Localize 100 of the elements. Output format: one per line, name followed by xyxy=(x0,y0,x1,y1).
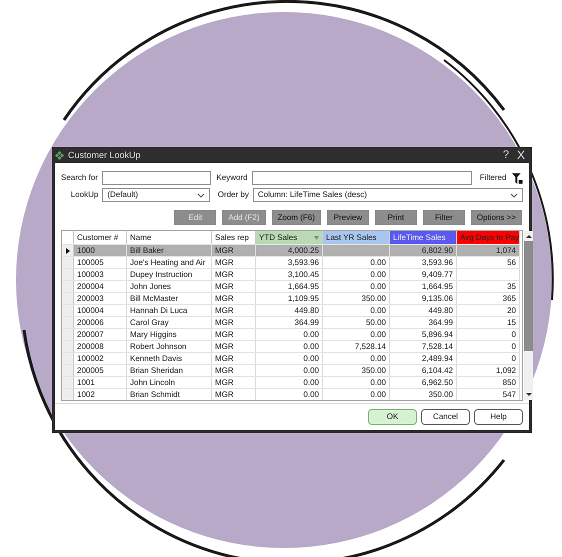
table-cell: 0.00 xyxy=(303,390,319,400)
table-cell: 0 xyxy=(512,342,516,352)
table-cell: 0.00 xyxy=(370,270,386,280)
table-cell: 0.00 xyxy=(303,342,319,352)
table-cell: 2,489.94 xyxy=(422,354,453,364)
help-button[interactable]: ? xyxy=(498,150,513,160)
column-header[interactable]: Avg Days to Pay xyxy=(457,231,520,244)
table-cell: 4,000.25 xyxy=(288,246,319,256)
app-logo-icon xyxy=(55,150,64,160)
field-label: Order by xyxy=(216,190,249,200)
table-row[interactable]: 200006 Carol Gray MGR 364.99 50.00 364.99 15 xyxy=(62,316,520,328)
scrollbar-thumb[interactable] xyxy=(524,241,533,351)
table-cell: 200007 xyxy=(77,330,104,340)
table-cell: MGR xyxy=(215,246,234,256)
lookup-dropdown[interactable]: (Default) xyxy=(102,188,210,202)
table-cell: 200003 xyxy=(77,294,104,304)
table-cell: MGR xyxy=(215,306,234,316)
table-cell: 0.00 xyxy=(370,258,386,268)
table-cell: 100003 xyxy=(77,270,104,280)
table-cell: 7,528.14 xyxy=(422,342,453,352)
table-cell: 0.00 xyxy=(370,390,386,400)
table-cell: 200005 xyxy=(77,366,104,376)
field-label: Search for xyxy=(61,173,98,183)
table-cell: MGR xyxy=(215,294,234,304)
table-cell: 1002 xyxy=(77,390,95,400)
table-cell: Dupey Instruction xyxy=(130,270,192,280)
table-row[interactable]: 1002 Brian Schmidt MGR 0.00 0.00 350.00 547 xyxy=(62,388,520,400)
table-row[interactable]: 1001 John Lincoln MGR 0.00 0.00 6,962.50 850 xyxy=(62,376,520,388)
close-button[interactable]: X xyxy=(516,150,529,160)
table-cell: 1001 xyxy=(77,378,95,388)
column-header[interactable]: Customer # xyxy=(74,231,127,244)
table-cell: 350.00 xyxy=(362,294,386,304)
filter-icon[interactable] xyxy=(512,172,524,184)
column-header[interactable]: LifeTime Sales xyxy=(390,231,457,244)
column-header[interactable]: Sales rep xyxy=(212,231,256,244)
table-cell: 100005 xyxy=(77,258,104,268)
table-cell: John Jones xyxy=(130,282,171,292)
table-cell: 364.99 xyxy=(294,318,319,328)
table-cell: 56 xyxy=(507,258,516,268)
table-cell: 50.00 xyxy=(366,318,386,328)
table-cell: 0.00 xyxy=(370,330,386,340)
table-cell: 100004 xyxy=(77,306,104,316)
table-cell: Bill McMaster xyxy=(130,294,178,304)
order-by-dropdown[interactable]: Column: LifeTime Sales (desc) xyxy=(252,188,523,202)
table-cell: 1,092 xyxy=(496,366,516,376)
dialog-button[interactable]: Help xyxy=(474,409,523,425)
table-row[interactable]: 200007 Mary Higgins MGR 0.00 0.00 5,896.94 0 xyxy=(62,328,520,340)
column-header[interactable]: YTD Sales xyxy=(256,231,323,244)
table-cell: MGR xyxy=(215,378,234,388)
table-cell: 1000 xyxy=(77,246,95,256)
table-cell: 6,104.42 xyxy=(422,366,453,376)
table-cell: 1,109.95 xyxy=(288,294,319,304)
table-cell: 0.00 xyxy=(303,354,319,364)
table-cell: 350.00 xyxy=(362,366,386,376)
dialog-button[interactable]: OK xyxy=(368,409,417,425)
scrollbar[interactable] xyxy=(524,231,533,400)
dialog-button[interactable]: Cancel xyxy=(421,409,470,425)
column-header[interactable]: Last YR Sales xyxy=(323,231,390,244)
table-cell: 0.00 xyxy=(303,366,319,376)
table-cell: 0.00 xyxy=(370,354,386,364)
table-row[interactable]: 200003 Bill McMaster MGR 1,109.95 350.00 9,135.06 365 xyxy=(62,292,520,304)
table-row[interactable]: 100002 Kenneth Davis MGR 0.00 0.00 2,489.94 0 xyxy=(62,352,520,364)
table-cell: 200006 xyxy=(77,318,104,328)
toolbar-button[interactable]: Filter xyxy=(422,210,465,225)
dropdown-caret-icon[interactable] xyxy=(510,192,518,198)
table-cell: MGR xyxy=(215,270,234,280)
table-row[interactable]: 100004 Hannah Di Luca MGR 449.80 0.00 449.80 20 xyxy=(62,304,520,316)
table-row[interactable]: 100003 Dupey Instruction MGR 3,100.45 0.00 9,409.77 xyxy=(62,268,520,280)
table-cell: Joe's Heating and Air xyxy=(130,258,206,268)
table-cell: Bill Baker xyxy=(130,246,164,256)
table-cell: 1,074 xyxy=(496,246,516,256)
table-cell: 15 xyxy=(507,318,516,328)
table-cell: 20 xyxy=(507,306,516,316)
table-cell: 6,962.50 xyxy=(422,378,453,388)
table-cell: 100002 xyxy=(77,354,104,364)
table-cell: 0.00 xyxy=(303,378,319,388)
table-cell: 1,664.95 xyxy=(422,282,453,292)
table-cell: MGR xyxy=(215,366,234,376)
table-row[interactable]: 200004 John Jones MGR 1,664.95 0.00 1,664.95 35 xyxy=(62,280,520,292)
toolbar-button[interactable]: Zoom (F6) xyxy=(272,210,321,225)
table-row[interactable]: 100005 Joe's Heating and Air MGR 3,593.96 0.00 3,593.96 56 xyxy=(62,256,520,268)
keyword-field[interactable] xyxy=(252,171,472,185)
table-cell: MGR xyxy=(215,342,234,352)
table-cell: 0.00 xyxy=(370,378,386,388)
table-row[interactable]: 200008 Robert Johnson MGR 0.00 7,528.14 7,528.14 0 xyxy=(62,340,520,352)
table-cell: 365 xyxy=(502,294,516,304)
table-cell: 200004 xyxy=(77,282,104,292)
table-row[interactable]: 200005 Brian Sheridan MGR 0.00 350.00 6,104.42 1,092 xyxy=(62,364,520,376)
toolbar-button[interactable]: Preview xyxy=(326,210,369,225)
table-row[interactable]: 1000 Bill Baker MGR 4,000.25 6,802.90 1,074 xyxy=(62,244,520,256)
toolbar-button[interactable]: Print xyxy=(374,210,417,225)
table-cell: MGR xyxy=(215,330,234,340)
search-field[interactable] xyxy=(102,171,211,185)
dropdown-caret-icon[interactable] xyxy=(196,192,204,198)
table-cell: 3,593.96 xyxy=(422,258,453,268)
table-cell: MGR xyxy=(215,354,234,364)
table-cell: MGR xyxy=(215,390,234,400)
table-cell: Robert Johnson xyxy=(130,342,186,352)
table-cell: 0.00 xyxy=(370,282,386,292)
toolbar-button[interactable]: Options >> xyxy=(470,210,522,225)
